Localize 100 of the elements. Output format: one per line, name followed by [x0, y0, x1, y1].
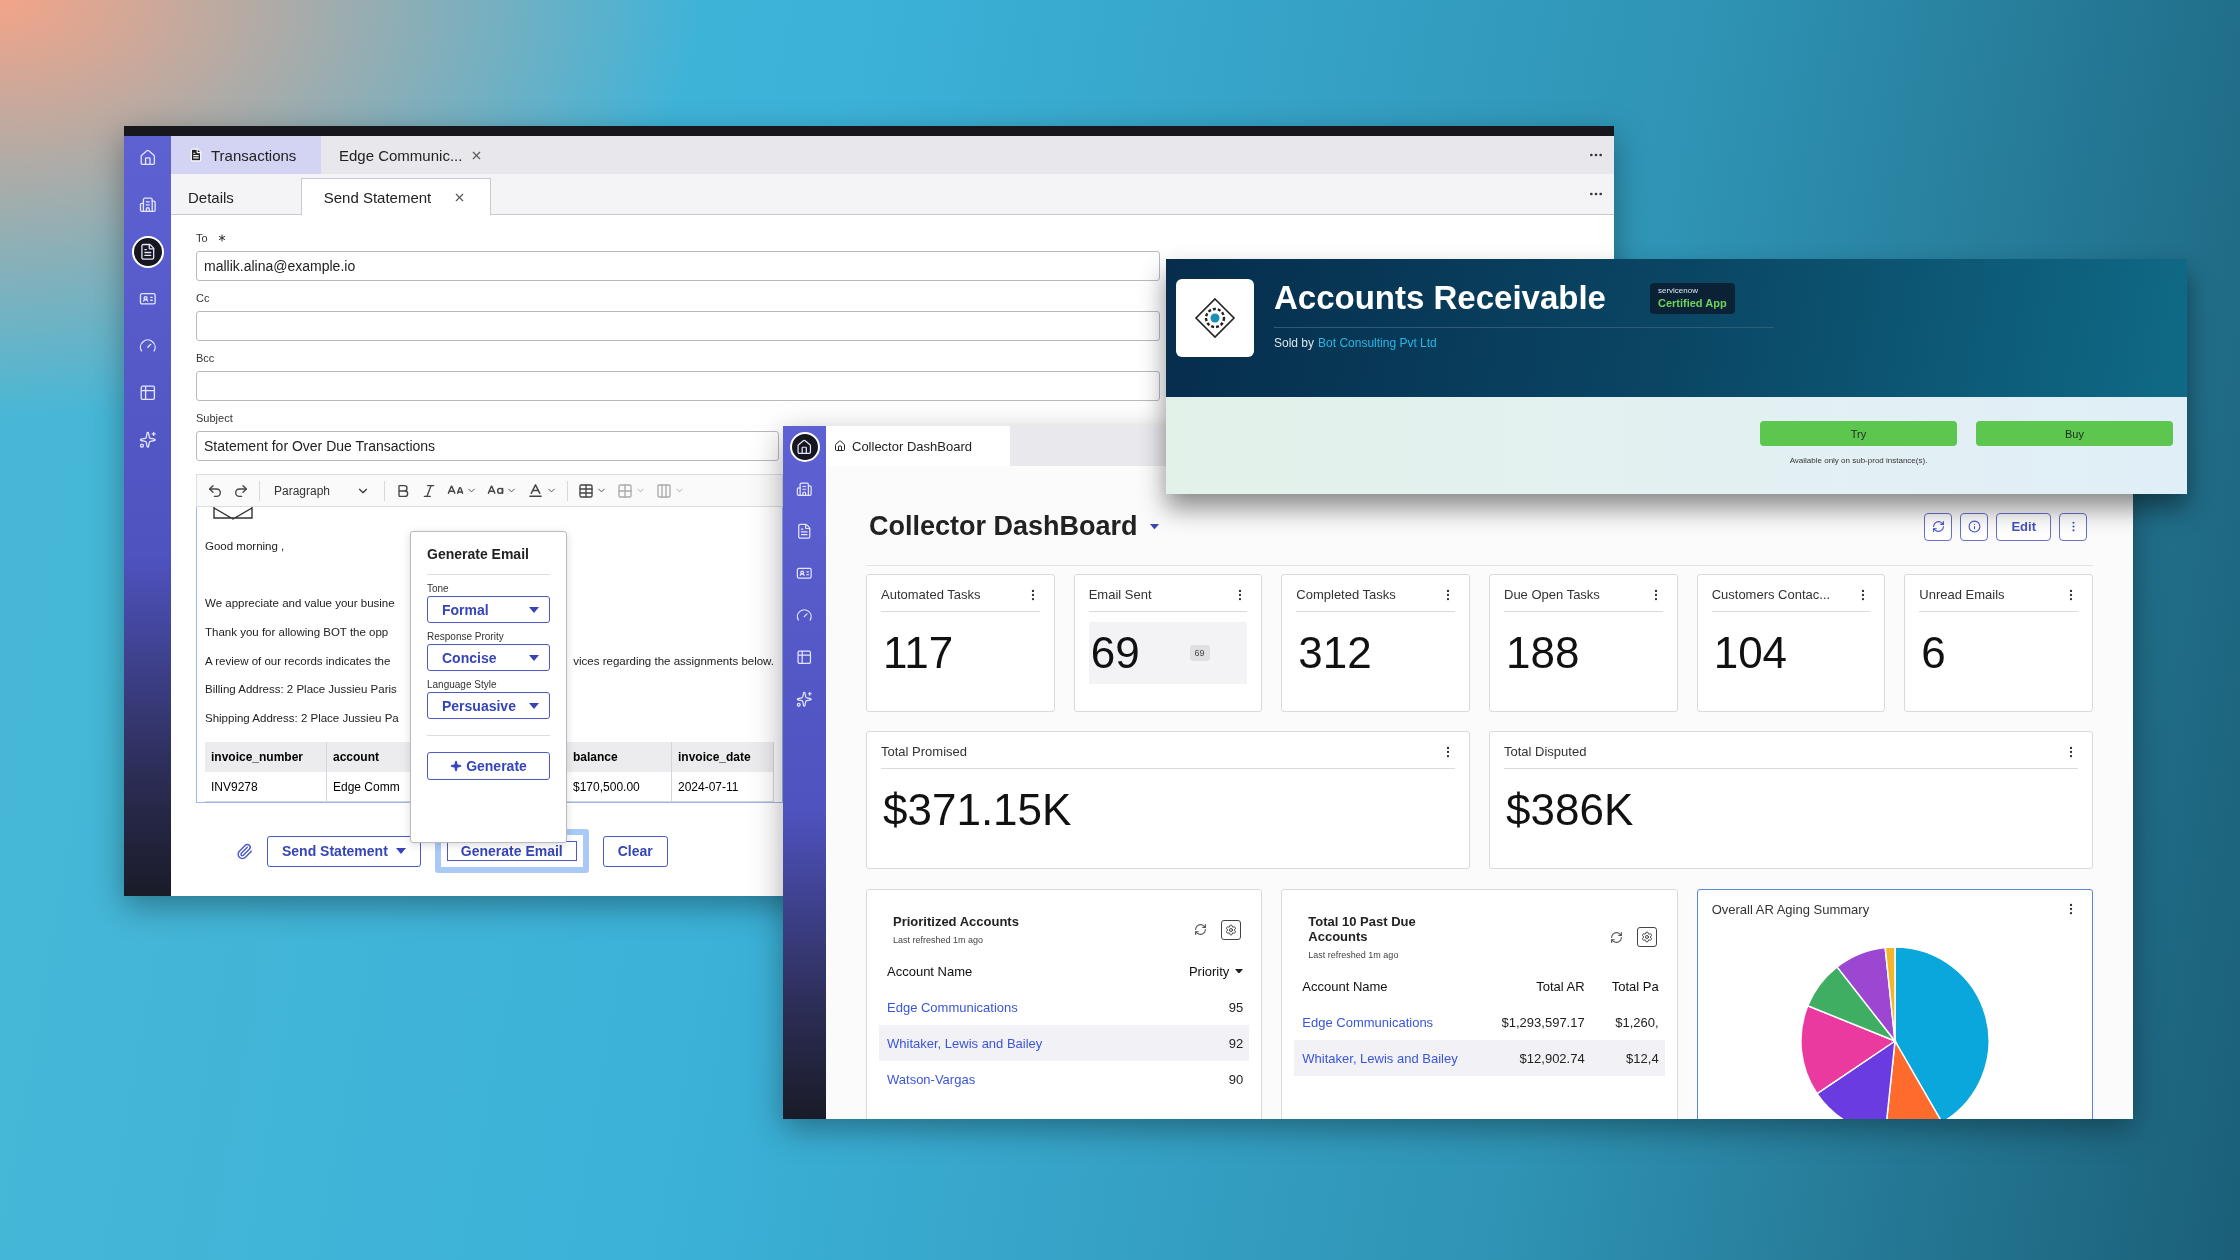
card-title: Due Open Tasks — [1504, 587, 1600, 602]
option-label: Tone — [427, 583, 450, 594]
info-icon — [1967, 520, 1981, 533]
tab[interactable]: Collector DashBoard — [826, 426, 1010, 466]
field-label: Cc — [196, 292, 210, 304]
table-cell: INV9278 — [205, 772, 327, 802]
table-row[interactable]: Watson-Vargas 90 — [879, 1061, 1250, 1097]
tab[interactable]: Transactions — [171, 136, 321, 174]
grid-icon — [617, 482, 634, 499]
popup-title: Generate Email — [427, 546, 550, 575]
home-icon — [796, 438, 813, 456]
refresh-button[interactable] — [1194, 923, 1208, 936]
refresh-button[interactable] — [1609, 930, 1623, 944]
card-title: Total Disputed — [1504, 744, 1587, 759]
undo-button[interactable] — [207, 482, 223, 499]
input-field[interactable]: mallik.alina@example.io — [196, 251, 1160, 281]
document-icon — [138, 243, 157, 261]
metric-value: 69 — [1090, 628, 1140, 678]
tab[interactable]: Edge Communic... — [321, 136, 502, 174]
building-icon — [138, 196, 157, 214]
account-link[interactable]: Edge Communications — [887, 999, 1164, 1015]
attach-icon[interactable] — [236, 842, 253, 860]
table-row[interactable]: Whitaker, Lewis and Bailey 92 — [879, 1025, 1250, 1061]
input-field[interactable] — [196, 311, 1160, 341]
sparkle-icon — [138, 431, 157, 449]
account-link[interactable]: Watson-Vargas — [887, 1071, 1164, 1087]
card-title: Completed Tasks — [1296, 587, 1396, 602]
input-field[interactable] — [196, 371, 1160, 401]
option-label: Response Prority — [427, 631, 505, 642]
home-icon — [834, 440, 846, 452]
table-icon — [138, 384, 157, 402]
try-button[interactable]: Try — [1760, 421, 1957, 446]
table-button[interactable] — [578, 482, 608, 499]
format-dropdown[interactable]: Paragraph — [270, 483, 375, 498]
card-title: Prioritized Accounts — [893, 914, 1019, 929]
caret-icon — [529, 606, 539, 613]
column-header[interactable]: Total Pa — [1584, 978, 1659, 994]
table-cell-text: $1,293,597.17 — [1500, 1014, 1585, 1030]
column-header[interactable]: Total AR — [1470, 978, 1585, 994]
home-icon — [138, 149, 157, 167]
availability-note: Available only on sub-prod instance(s). — [1789, 456, 1928, 465]
app-title: Accounts Receivable — [1274, 279, 1606, 317]
refresh-time: Last refreshed 1m ago — [1308, 950, 1400, 960]
account-link[interactable]: Whitaker, Lewis and Bailey — [1302, 1050, 1471, 1066]
tooltip: 69 — [1189, 645, 1210, 661]
sidebar-item[interactable] — [789, 432, 820, 462]
refresh-icon — [1194, 923, 1208, 936]
refresh-button[interactable] — [1924, 512, 1953, 541]
tab[interactable]: Details — [171, 178, 301, 215]
generate-button[interactable]: Generate — [427, 752, 550, 780]
table-cell: 2024-07-11 — [672, 772, 774, 802]
table-row[interactable]: Edge Communications $1,293,597.17 $1,260, — [1294, 1004, 1665, 1040]
column-header[interactable]: Priority — [1163, 963, 1244, 979]
field-label: To — [196, 232, 208, 244]
option-dropdown[interactable]: Formal — [427, 596, 550, 623]
table-row[interactable]: Edge Communications 95 — [879, 989, 1250, 1025]
table-row[interactable]: Whitaker, Lewis and Bailey $12,902.74 $12,4 — [1294, 1040, 1665, 1076]
badge-text: Certified App — [1657, 296, 1727, 309]
edit-button[interactable]: Edit — [1996, 512, 2051, 541]
card-title: Customers Contac... — [1711, 587, 1831, 602]
vendor-link[interactable]: Bot Consulting Pvt Ltd — [1318, 336, 1437, 350]
text-color-icon — [527, 482, 545, 499]
metric-value: 6 — [1921, 628, 1946, 678]
tab[interactable]: Send Statement — [301, 178, 491, 215]
gauge-icon — [796, 606, 813, 624]
body-text: A review of our records indicates the — [205, 654, 391, 667]
table-header: account — [327, 742, 411, 773]
table-cell-text: $12,4 — [1625, 1050, 1659, 1066]
text-color-button[interactable] — [527, 482, 558, 499]
settings-button[interactable] — [1636, 927, 1657, 947]
option-dropdown[interactable]: Persuasive — [427, 692, 550, 719]
column-header[interactable]: Account Name — [887, 963, 1164, 979]
caret-icon — [395, 848, 406, 854]
option-label: Language Style — [427, 679, 498, 690]
card-title: Overall AR Aging Summary — [1711, 902, 1870, 917]
more-button[interactable] — [2059, 512, 2087, 541]
sparkle-icon — [796, 690, 813, 708]
caret-icon — [529, 702, 539, 709]
action-button[interactable]: Clear — [602, 835, 668, 867]
column-header[interactable]: Account Name — [1302, 978, 1471, 994]
table-cell-text: $12,902.74 — [1518, 1050, 1585, 1066]
table-header: invoice_date — [672, 742, 774, 773]
seller-label: Sold by — [1274, 336, 1315, 350]
buy-button[interactable]: Buy — [1976, 421, 2173, 446]
account-link[interactable]: Whitaker, Lewis and Bailey — [887, 1035, 1164, 1051]
redo-button[interactable] — [233, 482, 249, 499]
sidebar-item[interactable] — [131, 236, 164, 268]
info-button[interactable] — [1960, 512, 1989, 541]
body-text: Thank you for allowing BOT the opp — [205, 626, 389, 638]
input-field[interactable]: Statement for Over Due Transactions — [196, 431, 779, 461]
option-dropdown[interactable]: Concise — [427, 644, 550, 671]
gear-icon — [1193, 296, 1237, 340]
cell-button[interactable] — [617, 482, 647, 499]
table-cell-text: $1,260, — [1614, 1014, 1659, 1030]
menu-button[interactable]: Send Statement — [267, 835, 421, 867]
settings-button[interactable] — [1221, 919, 1242, 940]
account-link[interactable]: Edge Communications — [1302, 1014, 1471, 1030]
settings-icon — [1225, 923, 1238, 936]
dashboard-title: Collector DashBoard — [869, 511, 1138, 542]
refresh-icon — [1931, 520, 1945, 533]
